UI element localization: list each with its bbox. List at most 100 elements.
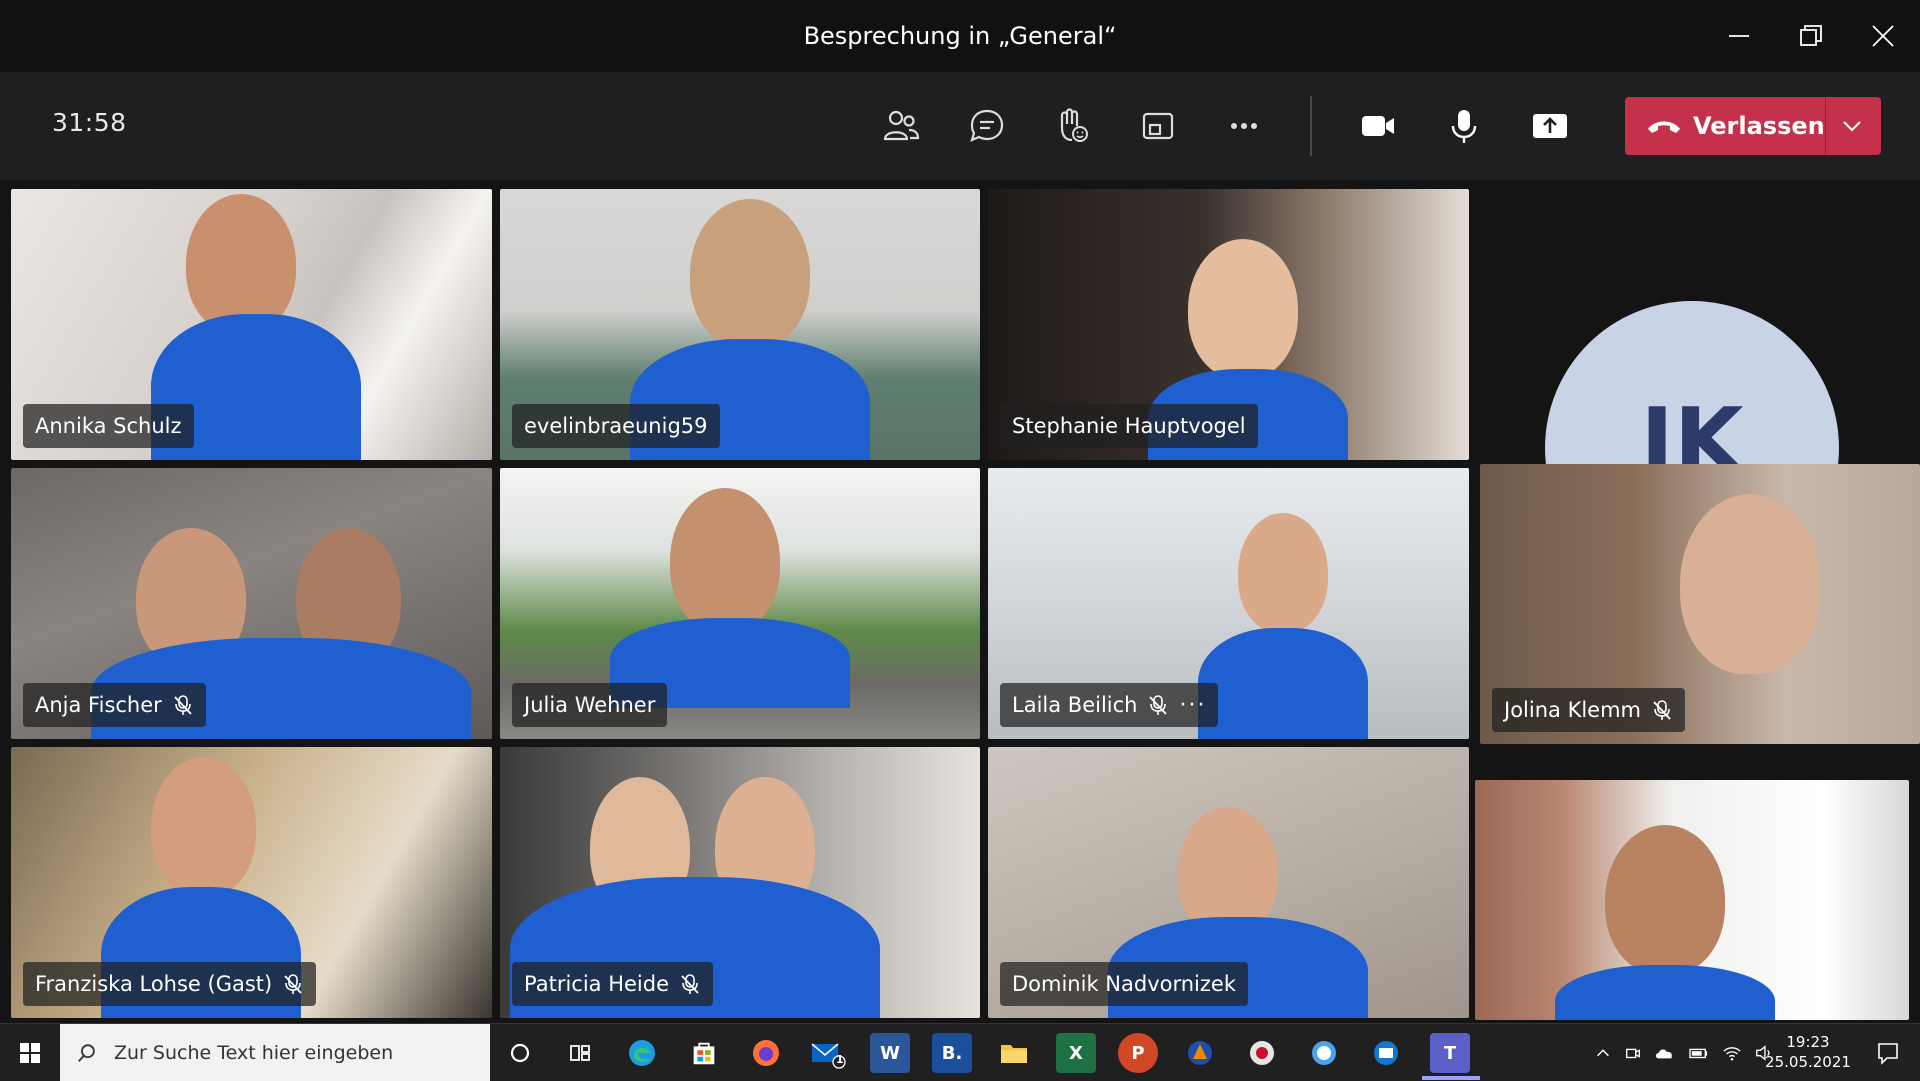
participant-nametag: Stephanie Hauptvogel	[1000, 404, 1258, 448]
leave-split	[1825, 97, 1826, 155]
toolbar-separator	[1310, 96, 1312, 156]
share-icon	[1533, 114, 1567, 138]
clock-time: 19:23	[1786, 1033, 1830, 1051]
chat-button[interactable]	[958, 98, 1016, 154]
edge-button[interactable]	[622, 1033, 662, 1073]
title-bar: Besprechung in „General“	[0, 0, 1920, 72]
video-tile[interactable]: Jolina Klemm	[1480, 464, 1920, 744]
outlook-icon	[1374, 1041, 1398, 1065]
video-tile[interactable]: Annika Schulz	[11, 189, 492, 460]
participant-nametag: Laila Beilich ···	[1000, 683, 1219, 727]
person	[1680, 494, 1820, 674]
app-icon	[1250, 1041, 1274, 1065]
chevron-up-icon[interactable]	[1594, 1044, 1612, 1062]
taskbar-search[interactable]: Zur Suche Text hier eingeben	[60, 1024, 490, 1081]
taskbar-clock[interactable]: 19:23 25.05.2021	[1748, 1032, 1868, 1072]
participants-icon	[883, 110, 920, 141]
search-icon	[78, 1043, 95, 1062]
clock-date: 25.05.2021	[1765, 1053, 1851, 1071]
microphone-icon	[1451, 110, 1477, 143]
vlc-icon	[1188, 1041, 1212, 1065]
video-tile-active-speaker[interactable]: Laila Beilich ···	[988, 468, 1469, 739]
mail-button[interactable]: 1	[808, 1033, 848, 1073]
more-options-icon[interactable]: ···	[1179, 693, 1206, 718]
participant-nametag: Franziska Lohse (Gast)	[23, 962, 317, 1006]
more-actions-button[interactable]	[1215, 98, 1273, 154]
video-stage: Annika Schulz evelinbraeunig59 Stephanie…	[0, 180, 1920, 1023]
person	[151, 757, 256, 897]
firefox-button[interactable]	[746, 1033, 786, 1073]
active-app-indicator	[1422, 1076, 1480, 1080]
teams-button[interactable]: T	[1430, 1033, 1470, 1073]
video-tile[interactable]	[1475, 780, 1909, 1020]
shirt	[1198, 628, 1368, 739]
participant-nametag: Dominik Nadvornizek	[1000, 962, 1248, 1006]
person	[1188, 239, 1298, 379]
participant-name: Dominik Nadvornizek	[1012, 972, 1236, 996]
chevron-down-icon[interactable]	[1838, 113, 1866, 139]
window-title: Besprechung in „General“	[803, 22, 1117, 50]
task-view-button[interactable]	[560, 1033, 600, 1073]
participants-button[interactable]	[872, 98, 930, 154]
participant-nametag: Jolina Klemm	[1492, 688, 1686, 732]
app-button[interactable]	[1304, 1033, 1344, 1073]
windows-icon	[20, 1042, 40, 1063]
notification-center-button[interactable]	[1868, 1036, 1908, 1070]
restore-button[interactable]	[1775, 0, 1847, 72]
battery-icon[interactable]	[1688, 1044, 1710, 1062]
start-button[interactable]	[0, 1024, 60, 1081]
chat-icon	[970, 109, 1004, 142]
teams-icon: T	[1443, 1042, 1457, 1064]
participant-name: Laila Beilich	[1012, 693, 1138, 717]
app-button[interactable]	[1242, 1033, 1282, 1073]
share-screen-button[interactable]	[1521, 98, 1579, 154]
muted-mic-icon	[284, 974, 302, 994]
meeting-timer: 31:58	[52, 108, 127, 137]
outlook-button[interactable]	[1366, 1033, 1406, 1073]
edge-icon	[629, 1040, 655, 1066]
vlc-button[interactable]	[1180, 1033, 1220, 1073]
video-tile[interactable]: Julia Wehner	[500, 468, 980, 739]
cortana-button[interactable]	[500, 1033, 540, 1073]
restore-icon	[1800, 25, 1822, 46]
minimize-button[interactable]	[1703, 0, 1775, 72]
powerpoint-button[interactable]: P	[1118, 1033, 1158, 1073]
video-tile[interactable]: Stephanie Hauptvogel	[988, 189, 1469, 460]
b-app-button[interactable]: B.	[932, 1033, 972, 1073]
cortana-icon	[510, 1043, 530, 1063]
hang-up-icon	[1648, 121, 1680, 133]
video-tile[interactable]: Dominik Nadvornizek	[988, 747, 1469, 1018]
leave-button[interactable]: Verlassen	[1625, 97, 1881, 155]
word-button[interactable]: W	[870, 1033, 910, 1073]
explorer-button[interactable]	[994, 1033, 1034, 1073]
close-icon	[1872, 25, 1894, 47]
person	[1605, 825, 1725, 975]
video-tile[interactable]: evelinbraeunig59	[500, 189, 980, 460]
excel-icon: X	[1069, 1042, 1083, 1064]
wifi-icon[interactable]	[1722, 1044, 1742, 1062]
task-view-icon	[570, 1045, 590, 1061]
camera-tray-icon[interactable]	[1624, 1044, 1642, 1062]
close-button[interactable]	[1847, 0, 1919, 72]
store-button[interactable]	[684, 1033, 724, 1073]
folder-icon	[1001, 1045, 1027, 1063]
camera-button[interactable]	[1349, 98, 1407, 154]
search-placeholder: Zur Suche Text hier eingeben	[114, 1041, 394, 1064]
b-app-icon: B.	[941, 1042, 963, 1064]
store-icon	[693, 1042, 715, 1065]
microphone-button[interactable]	[1435, 98, 1493, 154]
video-tile[interactable]: Patricia Heide	[500, 747, 980, 1018]
minimize-icon	[1729, 35, 1749, 37]
word-icon: W	[880, 1042, 900, 1064]
onedrive-icon[interactable]	[1654, 1044, 1676, 1062]
video-tile[interactable]: Anja Fischer	[11, 468, 492, 739]
raise-hand-button[interactable]	[1043, 98, 1101, 154]
excel-button[interactable]: X	[1056, 1033, 1096, 1073]
camera-icon	[1362, 116, 1394, 136]
video-tile[interactable]: Franziska Lohse (Gast)	[11, 747, 492, 1018]
muted-mic-icon	[174, 695, 192, 715]
notification-icon	[1878, 1043, 1898, 1065]
participant-nametag: Anja Fischer	[23, 683, 206, 727]
participant-name: Patricia Heide	[524, 972, 670, 996]
rooms-button[interactable]	[1129, 98, 1187, 154]
